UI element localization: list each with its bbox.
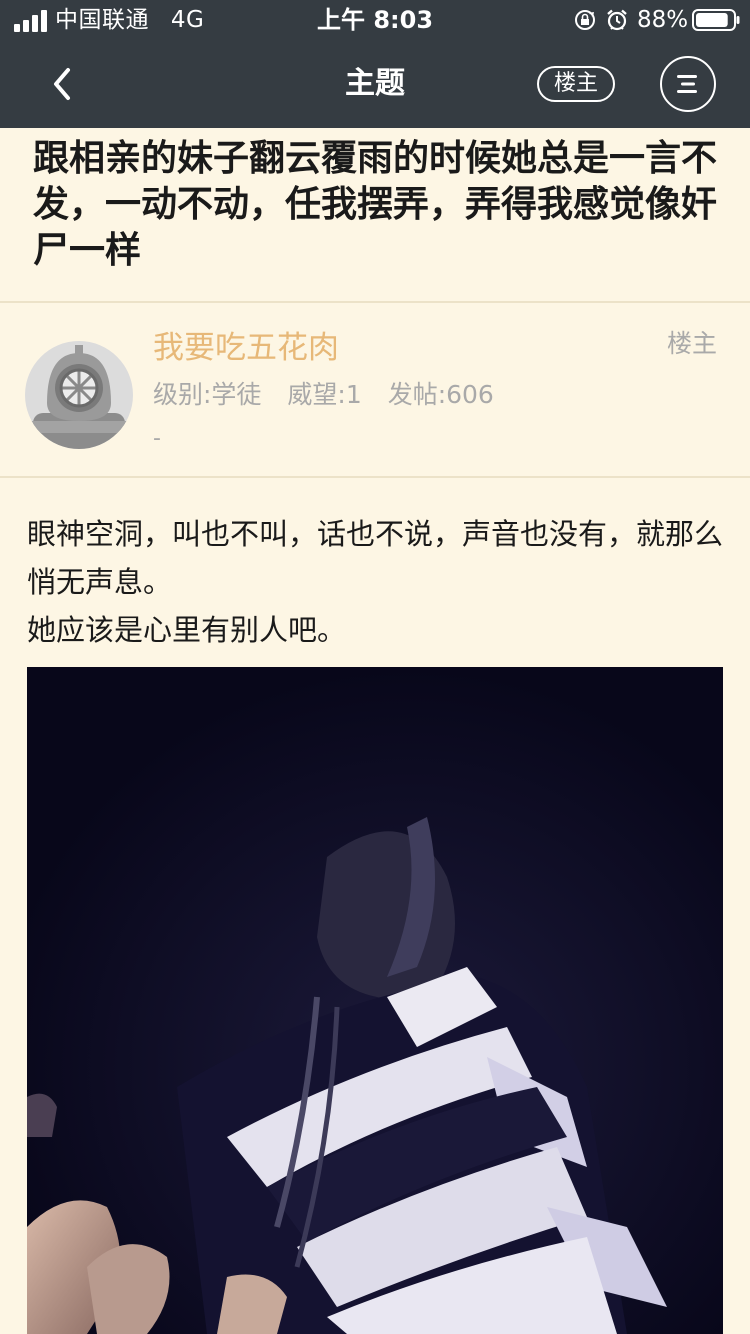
- battery-percent: 88%: [637, 7, 689, 33]
- author-signature: -: [153, 426, 161, 451]
- battery-icon: [692, 9, 740, 31]
- photo-person-striped-sweater: [27, 667, 723, 1334]
- menu-button[interactable]: [660, 56, 716, 112]
- post-body: 眼神空洞，叫也不叫，话也不说，声音也没有，就那么悄无声息。 她应该是心里有别人吧…: [27, 510, 727, 654]
- author-post-count: 发帖:606: [387, 380, 494, 409]
- alarm-icon: [607, 9, 627, 31]
- menu-icon: [677, 75, 697, 93]
- nav-bar: 主题 楼主: [0, 44, 750, 128]
- divider: [0, 301, 750, 303]
- author-name[interactable]: 我要吃五花肉: [153, 328, 339, 368]
- post-image[interactable]: [27, 667, 723, 1334]
- divider: [0, 476, 750, 478]
- author-reputation: 威望:1: [287, 380, 362, 409]
- status-bar: 中国联通 4G 上午 8:03 88%: [0, 0, 750, 40]
- owner-tag: 楼主: [666, 329, 717, 358]
- post-paragraph: 她应该是心里有别人吧。: [27, 613, 347, 647]
- top-bar: 中国联通 4G 上午 8:03 88% 主题 楼主: [0, 0, 750, 128]
- author-meta: 级别:学徒 威望:1 发帖:606: [153, 378, 494, 412]
- rotation-lock-icon: [575, 10, 595, 30]
- post-title: 跟相亲的妹子翻云覆雨的时候她总是一言不发，一动不动，任我摆弄，弄得我感觉像奸尸一…: [33, 138, 718, 271]
- author-level: 级别:学徒: [153, 380, 262, 409]
- post-paragraph: 眼神空洞，叫也不叫，话也不说，声音也没有，就那么悄无声息。: [27, 517, 724, 599]
- author-avatar[interactable]: [25, 341, 133, 449]
- page-title: 主题: [345, 66, 405, 101]
- only-owner-button[interactable]: 楼主: [537, 66, 615, 102]
